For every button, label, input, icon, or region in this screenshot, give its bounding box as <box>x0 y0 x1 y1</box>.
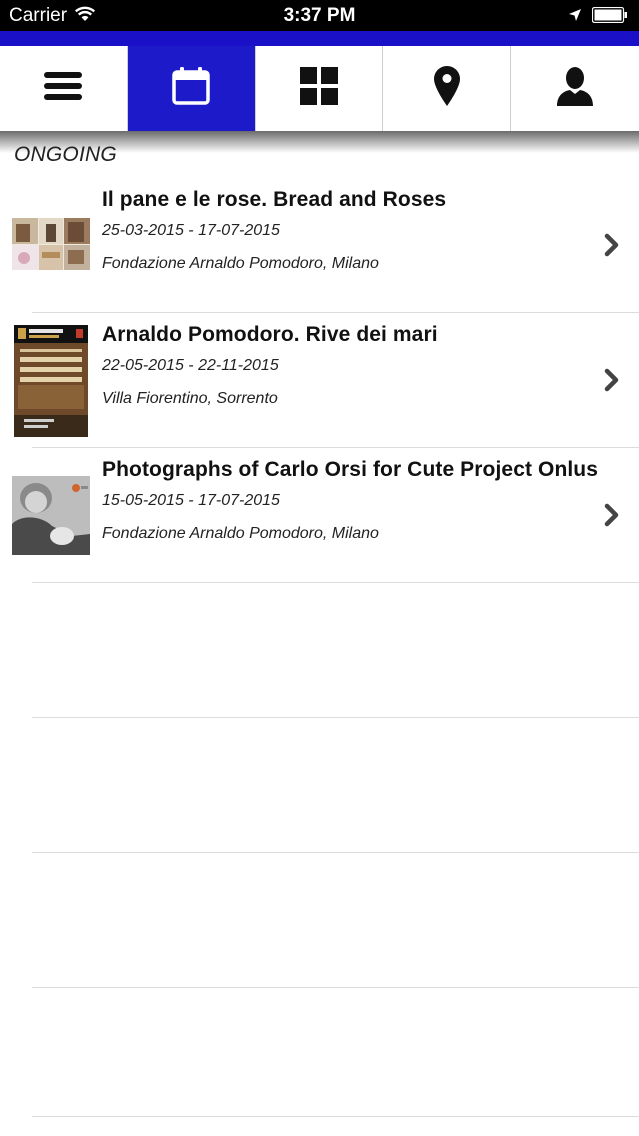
row-divider <box>32 1116 639 1117</box>
top-navigation <box>0 46 639 131</box>
grid-icon <box>299 67 338 110</box>
location-arrow-icon <box>568 8 582 27</box>
clock-label: 3:37 PM <box>283 5 356 26</box>
list-item[interactable]: Photographs of Carlo Orsi for Cute Proje… <box>0 448 639 583</box>
event-dates: 25-03-2015 - 17-07-2015 <box>102 222 280 239</box>
event-thumbnail <box>12 476 90 555</box>
event-title: Photographs of Carlo Orsi for Cute Proje… <box>102 458 599 481</box>
event-dates: 22-05-2015 - 22-11-2015 <box>102 357 279 374</box>
menu-icon <box>43 71 83 106</box>
accent-strip <box>0 31 639 46</box>
chevron-right-icon <box>604 233 620 262</box>
event-title: Arnaldo Pomodoro. Rive dei mari <box>102 323 438 346</box>
status-bar: Carrier 3:37 PM <box>0 0 639 31</box>
event-title: Il pane e le rose. Bread and Roses <box>102 188 447 211</box>
calendar-icon <box>171 66 211 111</box>
list-item[interactable]: Il pane e le rose. Bread and Roses 25-03… <box>0 178 639 313</box>
empty-row <box>0 718 639 853</box>
user-icon <box>555 66 595 111</box>
tab-calendar[interactable] <box>127 46 256 131</box>
event-thumbnail <box>12 218 90 270</box>
list-item[interactable]: Arnaldo Pomodoro. Rive dei mari 22-05-20… <box>0 313 639 448</box>
event-dates: 15-05-2015 - 17-07-2015 <box>102 492 280 509</box>
event-location: Fondazione Arnaldo Pomodoro, Milano <box>102 255 379 272</box>
event-list: Il pane e le rose. Bread and Roses 25-03… <box>0 178 639 1117</box>
tab-grid[interactable] <box>256 46 384 131</box>
tab-profile[interactable] <box>511 46 639 131</box>
empty-row <box>0 583 639 718</box>
event-thumbnail <box>14 325 88 437</box>
empty-row <box>0 988 639 1117</box>
tab-menu[interactable] <box>0 46 128 131</box>
tab-map[interactable] <box>383 46 512 131</box>
empty-row <box>0 853 639 988</box>
chevron-right-icon <box>604 503 620 532</box>
battery-icon <box>591 6 628 24</box>
chevron-right-icon <box>604 368 620 397</box>
section-title: ONGOING <box>14 143 117 166</box>
location-pin-icon <box>433 66 460 111</box>
event-location: Fondazione Arnaldo Pomodoro, Milano <box>102 525 379 542</box>
event-location: Villa Fiorentino, Sorrento <box>102 390 278 407</box>
